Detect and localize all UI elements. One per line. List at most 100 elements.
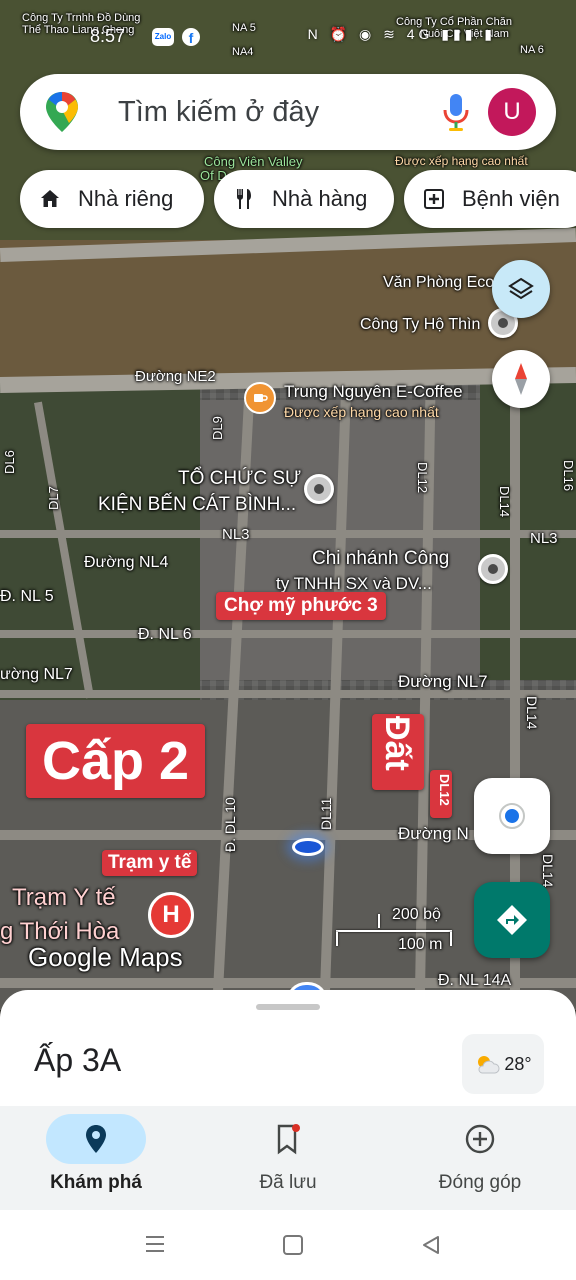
map-label: NL3 [530,530,558,547]
map-label: Đường NE2 [135,368,216,385]
facebook-icon: f [182,28,200,46]
hospital-icon [422,187,446,211]
tram-y-te-tag[interactable]: Trạm y tế [102,850,198,876]
tab-label: Khám phá [50,1172,142,1193]
location-pin-icon [86,1125,106,1153]
compass-icon [515,363,527,395]
bookmark-icon [277,1124,300,1155]
current-location-dot [292,838,324,856]
saved-icon-wrap [238,1114,338,1164]
home-square-icon[interactable] [282,1234,304,1256]
dat-tag-label: Đất [378,716,416,771]
cap-2-tag[interactable]: Cấp 2 [26,724,206,798]
status-time: 8:57 [90,26,126,46]
search-bar[interactable]: Tìm kiếm ở đây U [20,74,556,150]
map-label: Trạm Y tế [12,884,116,911]
chip-label: Nhà hàng [272,186,368,211]
chip-label: Nhà riêng [78,186,174,211]
search-placeholder[interactable]: Tìm kiếm ở đây [118,96,319,129]
my-location-button[interactable] [474,778,550,854]
map-label: TỔ CHỨC SỰ [178,468,302,489]
map-label: Đ. NL 14A [438,972,512,989]
coffee-pin-icon[interactable] [244,382,276,414]
tab-explore[interactable]: Khám phá [0,1106,192,1210]
chip-home[interactable]: Nhà riêng [20,170,204,228]
chip-label: Bệnh viện [462,186,560,211]
cho-my-phuoc-tag[interactable]: Chợ mỹ phước 3 [216,592,386,620]
my-location-icon [499,803,525,829]
map-label: DL14 [524,696,540,730]
dl12-road-tag-label: DL12 [437,774,452,806]
map-canvas[interactable]: Công Ty Trnhh Đồ Dùng Thể Thao Liang Che… [0,0,576,1010]
map-label: Đ. NL 6 [138,626,192,643]
map-label: Đ. NL 5 [0,588,54,605]
directions-button[interactable] [474,882,550,958]
google-maps-watermark: Google Maps [28,942,183,972]
map-label: DL14 [497,486,512,518]
explore-icon-wrap [46,1114,146,1164]
bottom-navigation: Khám phá Đã lưu Đóng góp [0,1106,576,1210]
map-label: DL11 [318,797,334,830]
map-label: DL6 [2,450,17,474]
partly-cloudy-icon [478,1056,500,1074]
dl12-road-tag: DL12 [430,770,452,818]
tab-label: Đóng góp [438,1172,522,1193]
tab-label: Đã lưu [259,1172,317,1193]
map-label: DL16 [561,460,576,492]
contribute-icon-wrap [430,1114,530,1164]
map-label: DL7 [46,486,61,510]
map-label: Đ. DL 10 [222,797,238,852]
map-label: Công Viên Valley [204,154,303,169]
map-label: ường NL7 [0,666,73,683]
map-label: DL14 [540,854,556,888]
map-label: DL12 [415,462,430,494]
system-navigation-bar [0,1210,576,1280]
home-icon [38,187,62,211]
map-label: Đường N [398,824,469,843]
sheet-drag-handle[interactable] [256,1004,320,1010]
map-label: ty TNHH SX và DV... [276,574,432,593]
map-label: Đường NL4 [84,554,169,571]
place-name: Ấp 3A [34,1042,122,1078]
temperature: 28° [504,1053,532,1074]
restaurant-icon [232,187,256,211]
hospital-pin-icon[interactable]: H [148,892,194,938]
map-label: Đường NL7 [398,672,488,691]
compass-button[interactable] [492,350,550,408]
status-icons: N ⏰ ◉ ≋ 4G ▮▮▮ ▮ [307,26,496,42]
tab-saved[interactable]: Đã lưu [192,1106,384,1210]
dat-tag[interactable]: Đất [372,714,424,790]
map-label: Được xếp hạng cao nhất [395,154,528,168]
road [0,530,576,538]
map-label: Chi nhánh Công [312,548,450,569]
map-label: Văn Phòng Eco [383,274,495,291]
map-label: DL9 [210,416,225,440]
status-bar: 8:57 Zalo f N ⏰ ◉ ≋ 4G ▮▮▮ ▮ [0,0,576,60]
map-label: NL3 [222,526,250,543]
map-label: Công Ty Hộ Thìn [360,316,481,333]
road [0,630,576,638]
scale-feet-label: 200 bộ [392,906,441,923]
map-area [0,380,200,700]
zalo-icon: Zalo [152,28,174,46]
layers-button[interactable] [492,260,550,318]
place-pin[interactable] [304,474,334,504]
tab-contribute[interactable]: Đóng góp [384,1106,576,1210]
microphone-icon[interactable] [440,92,472,132]
map-label: KIỆN BẾN CÁT BÌNH... [98,494,297,515]
weather-chip[interactable]: 28° [462,1034,544,1094]
menu-icon[interactable] [144,1234,166,1254]
scale-meters-label: 100 m [398,936,443,953]
place-pin[interactable] [478,554,508,584]
back-icon[interactable] [420,1234,442,1256]
directions-icon [497,905,527,935]
map-area [0,240,576,380]
map-label: Trung Nguyên E-Coffee [284,382,463,401]
account-avatar[interactable]: U [488,88,536,136]
chip-hospital[interactable]: Bệnh viện [404,170,576,228]
google-maps-logo-icon [46,92,78,132]
map-label: Được xếp hạng cao nhất [284,404,439,420]
chip-restaurant[interactable]: Nhà hàng [214,170,394,228]
layers-icon [508,277,534,300]
add-circle-icon [465,1124,495,1154]
